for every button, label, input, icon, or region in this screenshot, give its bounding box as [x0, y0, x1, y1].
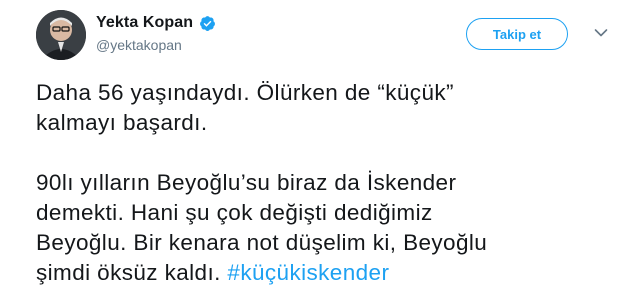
- follow-button[interactable]: Takip et: [466, 18, 568, 50]
- tweet-line-text: şimdi öksüz kaldı.: [36, 260, 228, 285]
- hashtag-link[interactable]: #küçükiskender: [227, 260, 389, 285]
- user-info: Yekta Kopan @yektakopan: [96, 14, 216, 53]
- tweet-line: kalmayı başardı.: [36, 110, 208, 135]
- tweet-paragraph-2: 90lı yılların Beyoğlu’su biraz da İskend…: [36, 168, 626, 288]
- chevron-down-icon[interactable]: [594, 28, 608, 38]
- verified-badge-icon: [200, 15, 216, 31]
- tweet-text: Daha 56 yaşındaydı. Ölürken de “küçük” k…: [36, 78, 626, 288]
- tweet-line-last: şimdi öksüz kaldı. #küçükiskender: [36, 258, 626, 288]
- display-name[interactable]: Yekta Kopan: [96, 14, 193, 32]
- tweet-header: Yekta Kopan @yektakopan Takip et: [36, 8, 626, 66]
- name-row: Yekta Kopan: [96, 14, 216, 32]
- user-handle[interactable]: @yektakopan: [96, 37, 216, 53]
- tweet-line: 90lı yılların Beyoğlu’su biraz da İskend…: [36, 170, 457, 195]
- tweet-paragraph-1: Daha 56 yaşındaydı. Ölürken de “küçük” k…: [36, 78, 626, 138]
- avatar-photo-icon: [36, 10, 86, 60]
- tweet-line: demekti. Hani şu çok değişti dediğimiz: [36, 200, 433, 225]
- tweet-line: Daha 56 yaşındaydı. Ölürken de “küçük”: [36, 80, 454, 105]
- tweet-card: Yekta Kopan @yektakopan Takip et Daha 56…: [0, 0, 640, 306]
- avatar[interactable]: [36, 10, 86, 60]
- tweet-line: Beyoğlu. Bir kenara not düşelim ki, Beyo…: [36, 230, 488, 255]
